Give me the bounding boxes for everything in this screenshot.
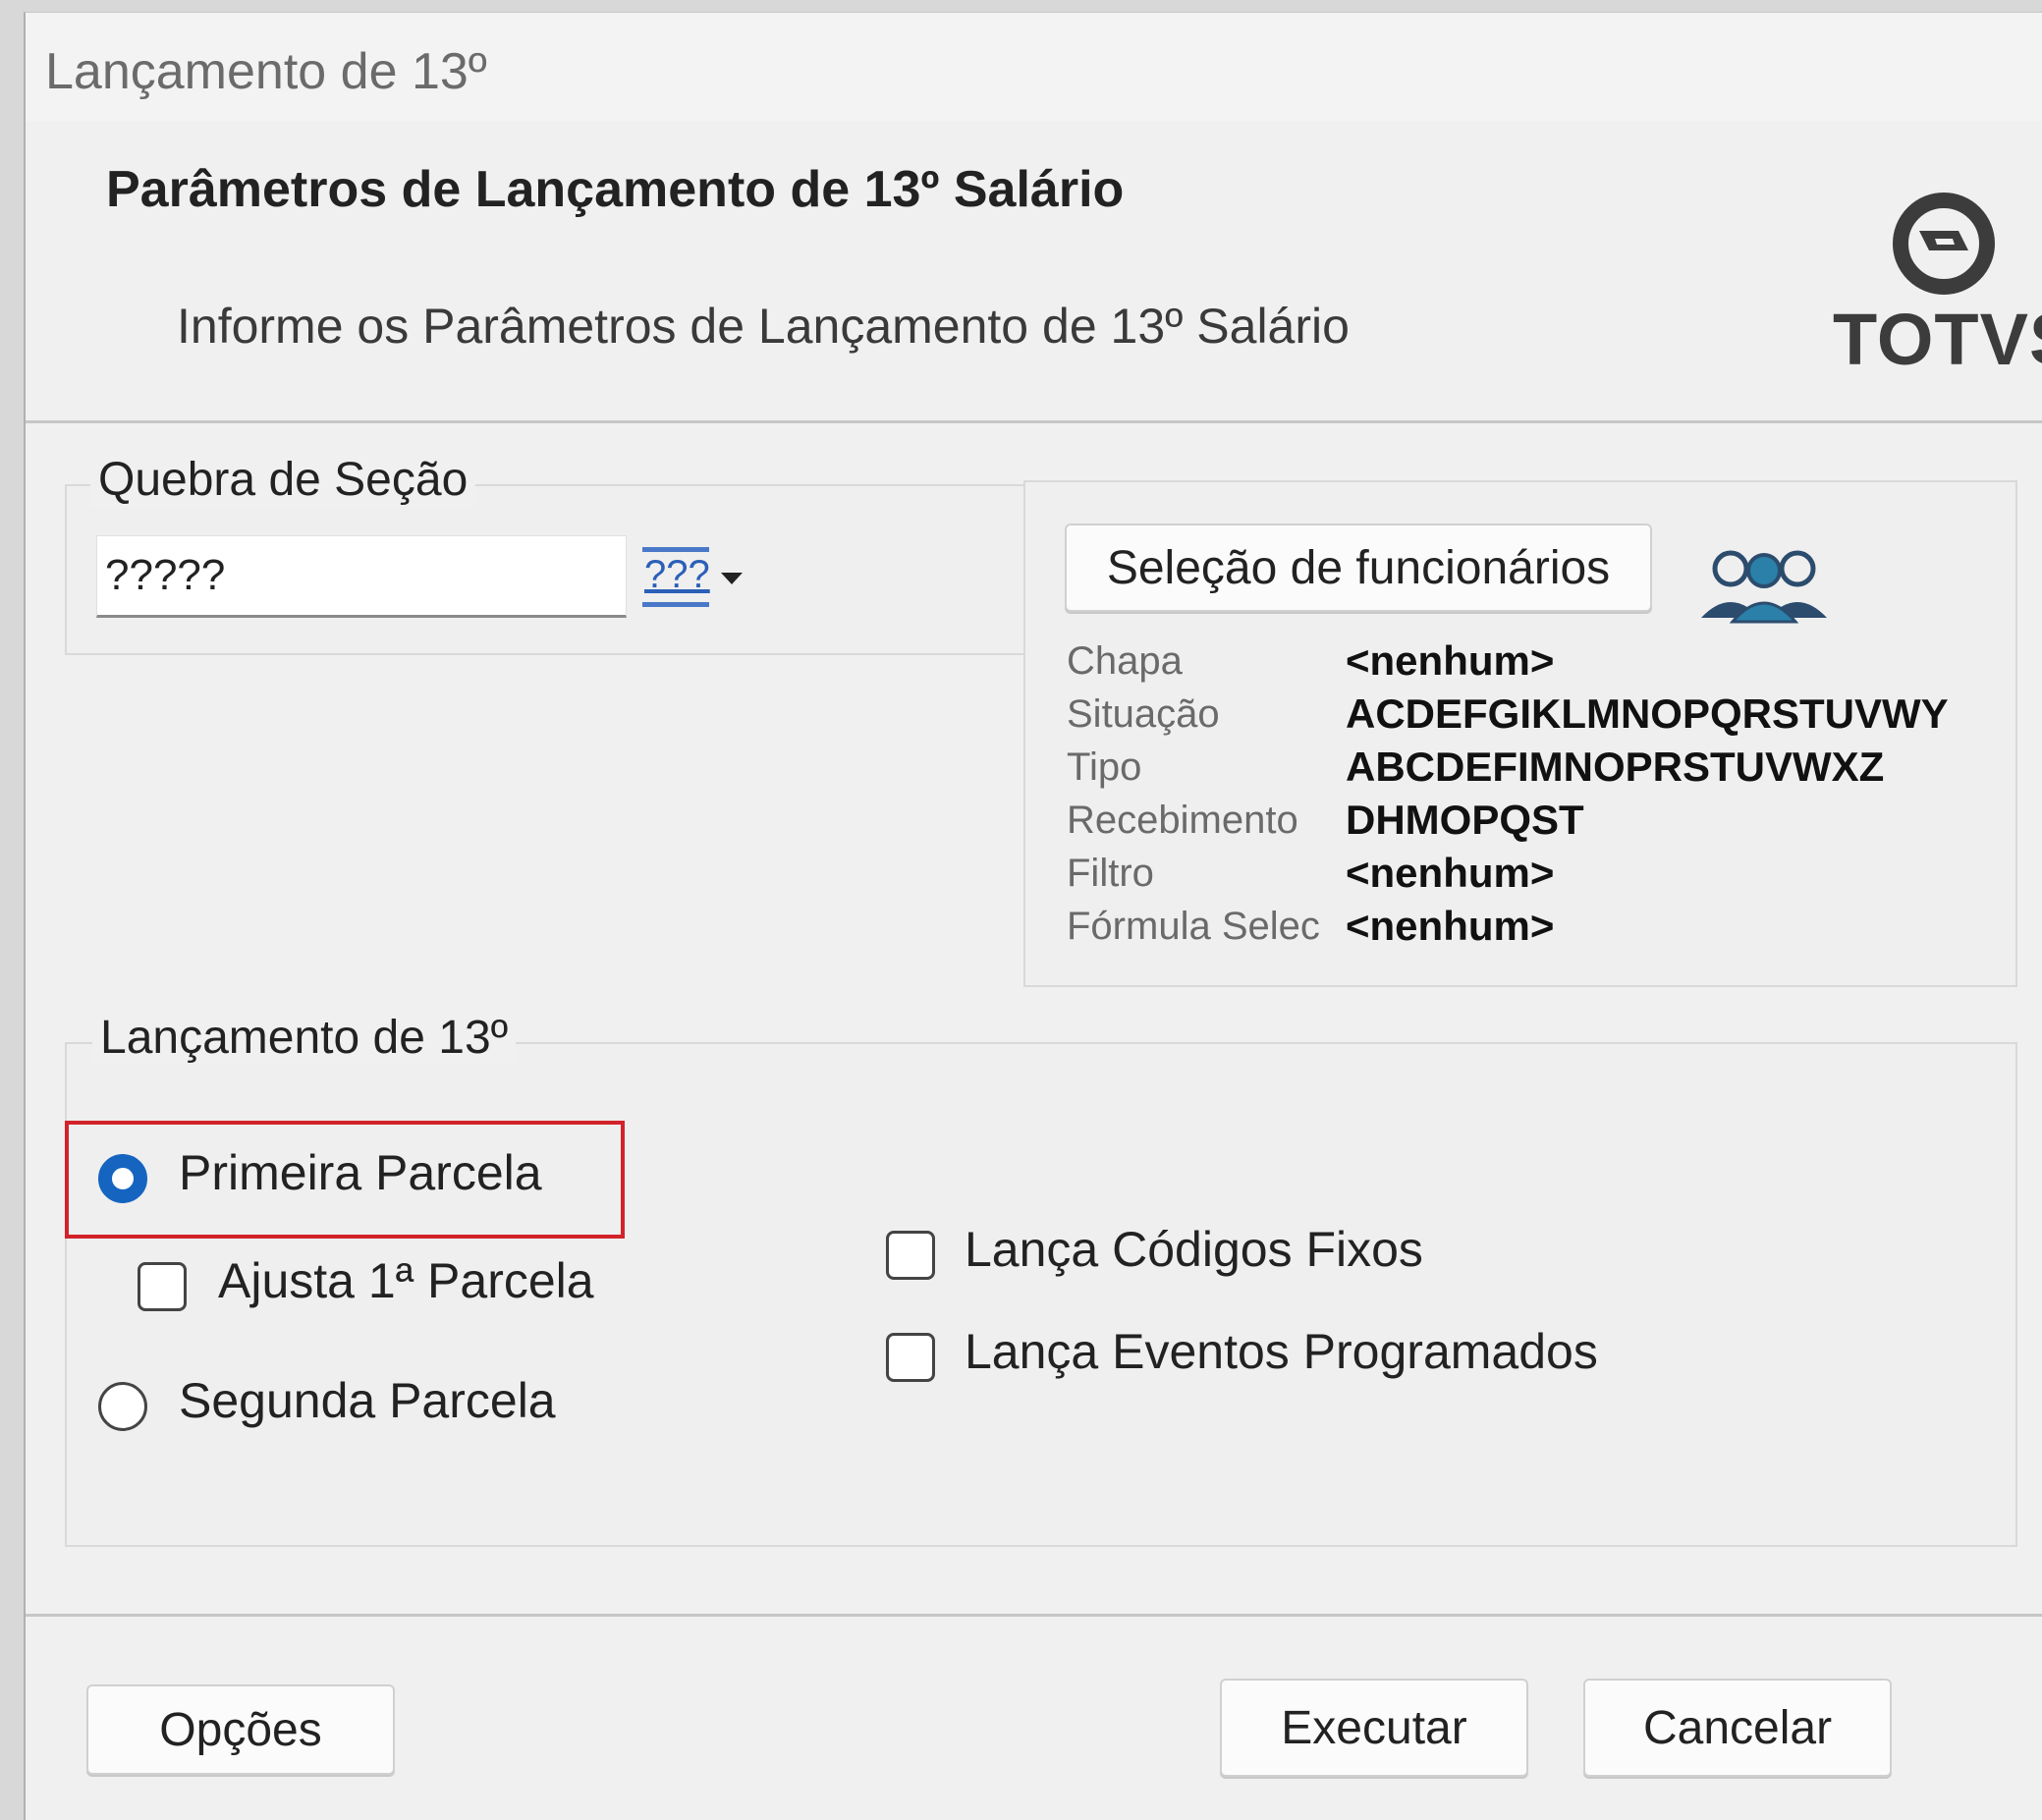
radio-primeira-parcela-dot[interactable]	[98, 1154, 147, 1203]
section-break-legend: Quebra de Seção	[90, 453, 476, 507]
info-label-formula: Fórmula Selec	[1067, 905, 1320, 948]
check-codigos-fixos-label: Lança Códigos Fixos	[965, 1222, 1423, 1277]
info-value-tipo: ABCDEFIMNOPRSTUVWXZ	[1346, 744, 1885, 790]
header-subtitle: Informe os Parâmetros de Lançamento de 1…	[177, 299, 1350, 354]
options-button[interactable]: Opções	[86, 1684, 395, 1775]
footer-separator	[26, 1614, 2042, 1617]
totvs-logo: TOTVS	[1803, 170, 2042, 380]
section-break-input[interactable]: ?????	[96, 535, 627, 618]
dialog-window: Lançamento de 13º Parâmetros de Lançamen…	[24, 12, 2042, 1820]
cancel-button[interactable]: Cancelar	[1583, 1679, 1892, 1777]
logo-text: TOTVS	[1833, 299, 2042, 380]
radio-segunda-parcela[interactable]: Segunda Parcela	[94, 1372, 605, 1441]
radio-segunda-parcela-label: Segunda Parcela	[179, 1373, 556, 1428]
info-label-tipo: Tipo	[1067, 745, 1142, 789]
execute-button[interactable]: Executar	[1220, 1679, 1528, 1777]
totvs-logo-icon	[1893, 193, 1995, 295]
users-group-icon[interactable]	[1695, 541, 1833, 626]
launch-legend: Lançamento de 13º	[92, 1011, 517, 1065]
info-value-filtro: <nenhum>	[1346, 850, 1555, 896]
radio-primeira-parcela-label: Primeira Parcela	[179, 1145, 542, 1200]
check-eventos-programados-box[interactable]	[886, 1333, 935, 1382]
section-break-dropdown-label: ???	[644, 553, 710, 596]
check-ajusta-primeira-box[interactable]	[138, 1262, 187, 1311]
title-bar: Lançamento de 13º	[26, 13, 2042, 121]
info-label-situacao: Situação	[1067, 692, 1220, 736]
check-eventos-programados[interactable]: Lança Eventos Programados	[882, 1323, 1628, 1392]
header-title: Parâmetros de Lançamento de 13º Salário	[106, 161, 1125, 218]
check-eventos-programados-label: Lança Eventos Programados	[965, 1324, 1598, 1379]
check-codigos-fixos[interactable]: Lança Códigos Fixos	[882, 1221, 1570, 1290]
info-value-situacao: ACDEFGIKLMNOPQRSTUVWY	[1346, 690, 1949, 737]
radio-primeira-parcela[interactable]: Primeira Parcela	[94, 1144, 605, 1213]
radio-segunda-parcela-dot[interactable]	[98, 1382, 147, 1431]
chevron-down-icon	[721, 573, 743, 584]
dialog-header: Parâmetros de Lançamento de 13º Salário …	[26, 121, 2042, 423]
info-label-filtro: Filtro	[1067, 852, 1154, 895]
check-ajusta-primeira-label: Ajusta 1ª Parcela	[218, 1253, 594, 1308]
info-value-formula: <nenhum>	[1346, 903, 1555, 949]
info-value-recebimento: DHMOPQST	[1346, 797, 1584, 843]
info-label-chapa: Chapa	[1067, 639, 1183, 683]
section-break-dropdown[interactable]: ???	[642, 543, 750, 612]
check-codigos-fixos-box[interactable]	[886, 1231, 935, 1280]
employee-selection-button[interactable]: Seleção de funcionários	[1065, 524, 1652, 612]
info-label-recebimento: Recebimento	[1067, 799, 1298, 842]
info-value-chapa: <nenhum>	[1346, 637, 1555, 684]
window-title: Lançamento de 13º	[45, 43, 487, 100]
check-ajusta-primeira[interactable]: Ajusta 1ª Parcela	[134, 1252, 605, 1321]
